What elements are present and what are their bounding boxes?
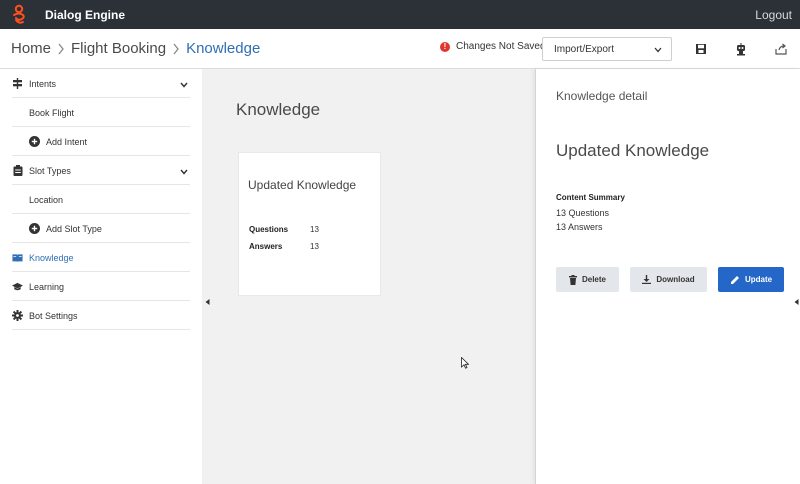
sidebar-item-learning[interactable]: Learning [0, 272, 202, 301]
breadcrumb-knowledge: Knowledge [186, 40, 261, 57]
import-export-value: Import/Export [554, 43, 615, 55]
sidebar-item-label: Bot Settings [29, 311, 78, 321]
card-row-value: 13 [310, 225, 319, 234]
app-title: Dialog Engine [45, 7, 126, 22]
add-slot-type-button[interactable]: Add Slot Type [0, 214, 202, 243]
download-button-label: Download [656, 275, 695, 284]
alert-icon: ! [440, 41, 450, 52]
add-intent-button[interactable]: Add Intent [0, 127, 202, 156]
genesys-logo-icon [7, 3, 31, 27]
download-button[interactable]: Download [630, 267, 707, 292]
add-slot-type-label: Add Slot Type [46, 224, 102, 234]
sidebar-item-book-flight[interactable]: Book Flight [0, 98, 202, 127]
collapse-detail-icon[interactable] [794, 292, 800, 305]
download-icon [642, 275, 652, 284]
chevron-right-icon [166, 43, 186, 55]
pencil-icon [730, 275, 740, 285]
share-icon[interactable] [773, 41, 789, 57]
chevron-right-icon [51, 43, 71, 55]
delete-button-label: Delete [581, 275, 606, 284]
plus-circle-icon [29, 136, 40, 147]
card-row-value: 13 [310, 242, 319, 251]
sidebar-item-label: Location [29, 195, 64, 205]
clipboard-icon [12, 165, 23, 176]
divider [12, 329, 190, 330]
summary-answers: 13 Answers [556, 222, 603, 232]
sidebar-item-label: Book Flight [29, 108, 75, 118]
detail-panel-title: Knowledge detail [556, 89, 648, 103]
top-bar: Dialog Engine Logout [0, 0, 800, 29]
sidebar-item-label: Learning [29, 282, 65, 292]
sidebar-item-label: Slot Types [29, 166, 71, 176]
breadcrumb: Home Flight Booking Knowledge [11, 40, 260, 57]
chevron-down-icon [654, 45, 662, 56]
knowledge-card[interactable]: Updated Knowledge Questions 13 Answers 1… [238, 152, 381, 296]
chevron-down-icon[interactable] [180, 80, 188, 90]
add-intent-label: Add Intent [46, 137, 88, 147]
save-icon[interactable] [693, 41, 709, 57]
unsaved-status: ! Changes Not Saved [440, 41, 546, 52]
mouse-cursor-icon [461, 356, 470, 369]
logout-link[interactable]: Logout [755, 8, 792, 22]
chevron-down-icon[interactable] [180, 167, 188, 177]
robot-icon[interactable] [733, 41, 749, 57]
sidebar-item-location[interactable]: Location [0, 185, 202, 214]
collapse-sidebar-icon[interactable] [205, 292, 211, 305]
breadcrumb-flight-booking[interactable]: Flight Booking [71, 40, 166, 57]
sidebar-item-knowledge[interactable]: Knowledge [0, 243, 202, 272]
signpost-icon [12, 78, 23, 89]
gear-icon [12, 310, 23, 321]
sidebar-item-bot-settings[interactable]: Bot Settings [0, 301, 202, 330]
sidebar: Intents Book Flight Add Intent Slot Type… [0, 69, 202, 484]
main-content: Knowledge Updated Knowledge Questions 13… [212, 69, 528, 484]
sidebar-item-label: Knowledge [29, 253, 74, 263]
sidebar-item-label: Intents [29, 79, 57, 89]
unsaved-status-text: Changes Not Saved [456, 41, 546, 52]
knowledge-card-title: Updated Knowledge [248, 178, 357, 192]
delete-button[interactable]: Delete [556, 267, 619, 292]
update-button-label: Update [744, 275, 773, 284]
breadcrumb-home[interactable]: Home [11, 40, 51, 57]
card-row-key: Questions [249, 225, 289, 234]
import-export-select[interactable]: Import/Export [542, 37, 672, 61]
content-summary-heading: Content Summary [556, 193, 625, 202]
plus-circle-icon [29, 223, 40, 234]
summary-questions: 13 Questions [556, 208, 610, 218]
knowledge-name: Updated Knowledge [556, 141, 710, 160]
sidebar-item-intents[interactable]: Intents [0, 69, 202, 98]
page-title: Knowledge [236, 100, 321, 119]
page-header: Home Flight Booking Knowledge ! Changes … [0, 29, 800, 69]
trash-icon [568, 274, 577, 285]
graduation-cap-icon [12, 281, 23, 292]
card-row-key: Answers [249, 242, 283, 251]
knowledge-detail-panel: Knowledge detail Updated Knowledge Conte… [535, 69, 800, 484]
update-button[interactable]: Update [718, 267, 784, 292]
book-icon [12, 252, 23, 263]
sidebar-item-slot-types[interactable]: Slot Types [0, 156, 202, 185]
